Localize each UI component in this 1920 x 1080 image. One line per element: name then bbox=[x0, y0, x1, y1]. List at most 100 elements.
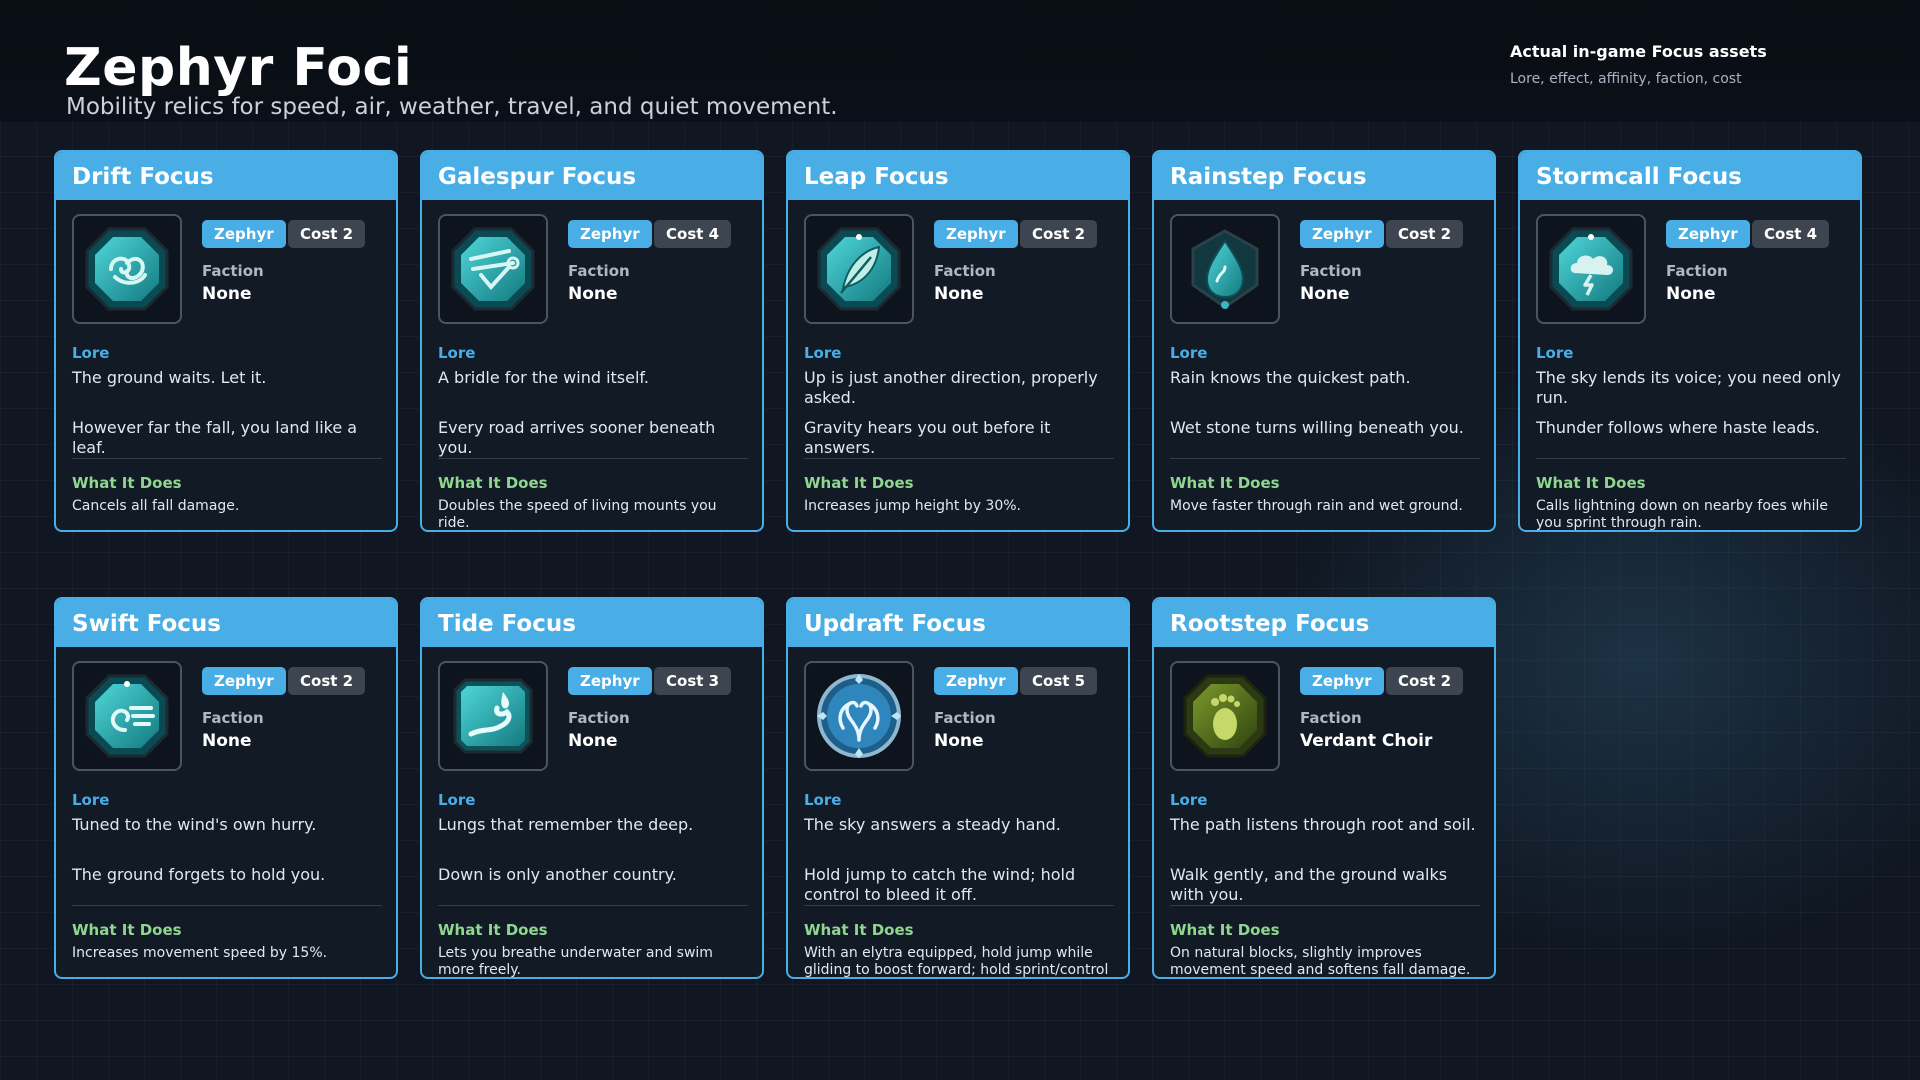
focus-card-updraft[interactable]: Updraft Focus Zephyr Cost 5 Faction None… bbox=[786, 597, 1130, 979]
faction-value: None bbox=[202, 731, 252, 751]
faction-label: Faction bbox=[202, 262, 264, 280]
card-divider bbox=[438, 458, 748, 459]
card-title: Rootstep Focus bbox=[1170, 611, 1370, 637]
focus-card-swift[interactable]: Swift Focus Zephyr Cost 2 Faction None L… bbox=[54, 597, 398, 979]
affinity-badge: Zephyr bbox=[934, 220, 1018, 248]
affinity-badge: Zephyr bbox=[202, 220, 286, 248]
card-header: Galespur Focus bbox=[422, 152, 762, 200]
card-title: Swift Focus bbox=[72, 611, 221, 637]
lore-line-2: Thunder follows where haste leads. bbox=[1536, 418, 1820, 437]
lore-line-2: However far the fall, you land like a le… bbox=[72, 418, 358, 457]
lore-line-1: The sky answers a steady hand. bbox=[804, 815, 1061, 834]
affinity-badge: Zephyr bbox=[568, 220, 652, 248]
lore-label: Lore bbox=[72, 791, 110, 809]
card-title: Galespur Focus bbox=[438, 164, 637, 190]
focus-icon-frame bbox=[804, 661, 914, 771]
focus-icon-frame bbox=[72, 214, 182, 324]
cost-badge: Cost 4 bbox=[654, 220, 732, 248]
card-divider bbox=[1536, 458, 1846, 459]
lore-label: Lore bbox=[1170, 344, 1208, 362]
focus-card-drift[interactable]: Drift Focus Zephyr Cost 2 Faction None L… bbox=[54, 150, 398, 532]
lore-line-2: Wet stone turns willing beneath you. bbox=[1170, 418, 1464, 437]
lore-line-1: The path listens through root and soil. bbox=[1170, 815, 1476, 834]
footprint-gem-icon bbox=[1183, 674, 1267, 758]
card-header: Stormcall Focus bbox=[1520, 152, 1860, 200]
spur-gem-icon bbox=[451, 227, 535, 311]
focus-icon-frame bbox=[1170, 214, 1280, 324]
affinity-badge: Zephyr bbox=[1300, 220, 1384, 248]
focus-card-galespur[interactable]: Galespur Focus Zephyr Cost 4 Faction Non… bbox=[420, 150, 764, 532]
cost-badge: Cost 2 bbox=[288, 667, 366, 695]
cost-badge: Cost 2 bbox=[288, 220, 366, 248]
lore-line-1: The ground waits. Let it. bbox=[72, 368, 267, 387]
faction-label: Faction bbox=[568, 262, 630, 280]
what-it-does-label: What It Does bbox=[1170, 921, 1280, 939]
focus-card-leap[interactable]: Leap Focus Zephyr Cost 2 Faction None Lo… bbox=[786, 150, 1130, 532]
faction-label: Faction bbox=[1666, 262, 1728, 280]
card-header: Drift Focus bbox=[56, 152, 396, 200]
cost-badge: Cost 2 bbox=[1386, 667, 1464, 695]
focus-icon-frame bbox=[1170, 661, 1280, 771]
lore-label: Lore bbox=[438, 344, 476, 362]
card-header: Updraft Focus bbox=[788, 599, 1128, 647]
focus-icon-frame bbox=[72, 661, 182, 771]
affinity-badge: Zephyr bbox=[1666, 220, 1750, 248]
faction-value: None bbox=[1300, 284, 1350, 304]
what-it-does-label: What It Does bbox=[804, 474, 914, 492]
card-divider bbox=[804, 905, 1114, 906]
wind-gem-icon bbox=[85, 674, 169, 758]
lore-line-1: Up is just another direction, properly a… bbox=[804, 368, 1098, 407]
card-title: Rainstep Focus bbox=[1170, 164, 1367, 190]
card-header: Rootstep Focus bbox=[1154, 599, 1494, 647]
what-it-does-text: On natural blocks, slightly improves mov… bbox=[1170, 945, 1471, 978]
faction-label: Faction bbox=[934, 262, 996, 280]
wave-gem-icon bbox=[453, 678, 533, 754]
lore-label: Lore bbox=[804, 344, 842, 362]
card-divider bbox=[1170, 458, 1480, 459]
cost-badge: Cost 3 bbox=[654, 667, 732, 695]
faction-value: None bbox=[934, 731, 984, 751]
faction-value: None bbox=[568, 731, 618, 751]
what-it-does-text: Increases movement speed by 15%. bbox=[72, 945, 328, 961]
card-divider bbox=[72, 905, 382, 906]
lore-label: Lore bbox=[1170, 791, 1208, 809]
faction-value: None bbox=[568, 284, 618, 304]
lore-line-2: Hold jump to catch the wind; hold contro… bbox=[804, 865, 1076, 904]
what-it-does-label: What It Does bbox=[1536, 474, 1646, 492]
storm-cloud-gem-icon bbox=[1549, 227, 1633, 311]
focus-card-rootstep[interactable]: Rootstep Focus Zephyr Cost 2 Faction Ver… bbox=[1152, 597, 1496, 979]
focus-card-tide[interactable]: Tide Focus Zephyr Cost 3 Faction None Lo… bbox=[420, 597, 764, 979]
assets-note-subtitle: Lore, effect, affinity, faction, cost bbox=[1510, 71, 1742, 87]
feather-gem-icon bbox=[817, 227, 901, 311]
card-header: Swift Focus bbox=[56, 599, 396, 647]
faction-value: Verdant Choir bbox=[1300, 731, 1433, 751]
lore-line-1: Rain knows the quickest path. bbox=[1170, 368, 1411, 387]
what-it-does-text: Cancels all fall damage. bbox=[72, 498, 240, 514]
faction-label: Faction bbox=[568, 709, 630, 727]
cost-badge: Cost 4 bbox=[1752, 220, 1830, 248]
lore-line-2: Gravity hears you out before it answers. bbox=[804, 418, 1051, 457]
focus-icon-frame bbox=[438, 661, 548, 771]
lore-label: Lore bbox=[72, 344, 110, 362]
focus-card-stormcall[interactable]: Stormcall Focus Zephyr Cost 4 Faction No… bbox=[1518, 150, 1862, 532]
what-it-does-text: Increases jump height by 30%. bbox=[804, 498, 1021, 514]
cost-badge: Cost 2 bbox=[1386, 220, 1464, 248]
what-it-does-label: What It Does bbox=[804, 921, 914, 939]
card-header: Leap Focus bbox=[788, 152, 1128, 200]
assets-note-title: Actual in-game Focus assets bbox=[1510, 42, 1767, 61]
faction-value: None bbox=[1666, 284, 1716, 304]
card-title: Stormcall Focus bbox=[1536, 164, 1742, 190]
card-title: Tide Focus bbox=[438, 611, 576, 637]
affinity-badge: Zephyr bbox=[568, 667, 652, 695]
page-title: Zephyr Foci bbox=[64, 38, 413, 98]
focus-card-rainstep[interactable]: Rainstep Focus Zephyr Cost 2 Faction Non… bbox=[1152, 150, 1496, 532]
lore-line-2: The ground forgets to hold you. bbox=[72, 865, 326, 884]
card-header: Rainstep Focus bbox=[1154, 152, 1494, 200]
what-it-does-label: What It Does bbox=[72, 474, 182, 492]
faction-label: Faction bbox=[202, 709, 264, 727]
lore-line-1: The sky lends its voice; you need only r… bbox=[1536, 368, 1841, 407]
lore-line-2: Every road arrives sooner beneath you. bbox=[438, 418, 716, 457]
focus-icon-frame bbox=[1536, 214, 1646, 324]
lore-line-2: Down is only another country. bbox=[438, 865, 677, 884]
affinity-badge: Zephyr bbox=[1300, 667, 1384, 695]
